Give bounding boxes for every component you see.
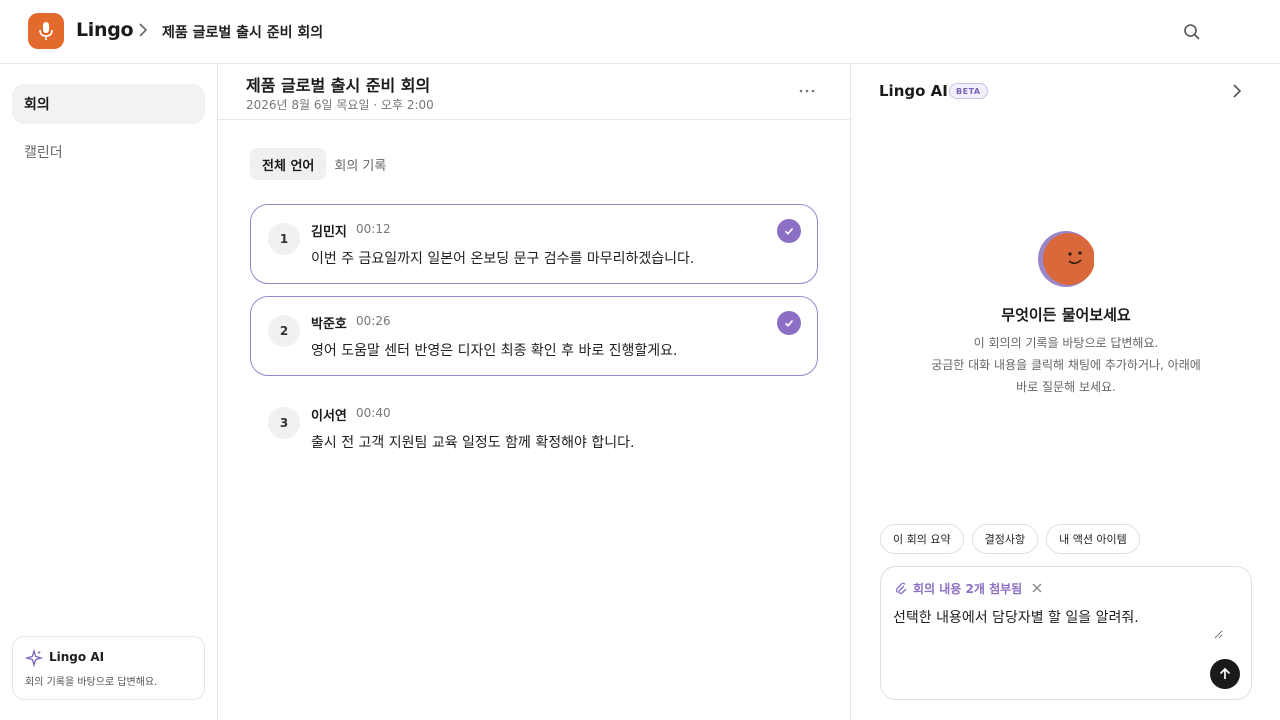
speaker-name: 박준호 [311,317,347,332]
beta-badge: BETA [949,83,988,99]
app-logo[interactable] [28,13,64,49]
brand-name[interactable]: Lingo [76,19,134,41]
sidebar-item-label: 캘린더 [24,145,63,161]
arrow-up-icon [1219,667,1231,679]
send-button[interactable] [1210,659,1240,689]
ai-card-description: 회의 기록을 바탕으로 답변해요. [25,677,158,688]
app-header: Lingo 제품 글로벌 출시 준비 회의 [0,0,1280,64]
tab-meeting-record[interactable]: 회의 기록 [326,148,398,180]
timestamp: 00:40 [356,406,391,420]
empty-state-description: 이 회의의 기록을 바탕으로 답변해요. 궁금한 대화 내용을 클릭해 채팅에 … [916,332,1216,398]
sidebar: 회의 캘린더 Lingo AI 회의 기록을 바탕으로 답변해요. [0,64,218,720]
suggestion-chip-decisions[interactable]: 결정사항 [971,524,1039,554]
timestamp: 00:12 [356,222,391,236]
selected-check-button[interactable] [777,219,801,243]
meeting-header: 제품 글로벌 출시 준비 회의 2026년 8월 6일 목요일 · 오후 2:0… [218,64,850,120]
microphone-icon [39,22,53,40]
sidebar-item-label: 회의 [24,97,50,113]
utterance-text: 출시 전 고객 지원팀 교육 일정도 함께 확정해야 합니다. [311,435,635,451]
sidebar-item-calendar[interactable]: 캘린더 [12,132,205,172]
close-icon[interactable] [1029,580,1045,596]
view-tabs: 전체 언어 회의 기록 [250,148,398,180]
meeting-datetime: 2026년 8월 6일 목요일 · 오후 2:00 [246,98,434,112]
sidebar-item-meetings[interactable]: 회의 [12,84,205,124]
more-options-button[interactable] [796,80,818,102]
lingo-ai-card[interactable]: Lingo AI 회의 기록을 바탕으로 답변해요. [12,636,205,700]
chevron-right-icon[interactable] [1227,81,1247,101]
sparkle-icon [25,649,43,667]
search-icon [1184,24,1200,40]
transcript-item[interactable]: 1 김민지 00:12 이번 주 금요일까지 일본어 온보딩 문구 검수를 마무… [250,204,818,284]
chat-input[interactable]: 선택한 내용에서 담당자별 할 일을 알려줘. [893,607,1223,639]
page-title: 제품 글로벌 출시 준비 회의 [246,76,431,95]
suggestion-chip-action-items[interactable]: 내 액션 아이템 [1046,524,1140,554]
empty-state-title: 무엇이든 물어보세요 [1001,306,1131,324]
item-number: 2 [268,315,300,347]
utterance-text: 영어 도움말 센터 반영은 디자인 최종 확인 후 바로 진행할게요. [311,343,678,359]
selected-check-button[interactable] [777,311,801,335]
empty-state-line: 바로 질문해 보세요. [1016,380,1116,394]
transcript-item[interactable]: 2 박준호 00:26 영어 도움말 센터 반영은 디자인 최종 확인 후 바로… [250,296,818,376]
ai-card-title: Lingo AI [49,650,105,664]
check-icon [784,227,794,235]
ai-panel: Lingo AI BETA 무엇이든 물어보세요 이 회의의 기록을 바탕으로 … [850,64,1280,720]
attachment-indicator: 회의 내용 2개 첨부됨 [895,579,1022,597]
transcript-item[interactable]: 3 이서연 00:40 출시 전 고객 지원팀 교육 일정도 함께 확정해야 합… [250,388,818,468]
suggestion-chip-summary[interactable]: 이 회의 요약 [880,524,964,554]
item-number: 1 [268,223,300,255]
speaker-name: 이서연 [311,409,347,424]
timestamp: 00:26 [356,314,391,328]
empty-state-line: 궁금한 대화 내용을 클릭해 채팅에 추가하거나, 아래에 [931,358,1201,372]
smiling-avatar-icon [1038,231,1094,287]
chat-composer: 회의 내용 2개 첨부됨 선택한 내용에서 담당자별 할 일을 알려줘. [880,566,1252,700]
breadcrumb-current[interactable]: 제품 글로벌 출시 준비 회의 [162,22,323,42]
speaker-name: 김민지 [311,225,347,240]
meeting-main: 제품 글로벌 출시 준비 회의 2026년 8월 6일 목요일 · 오후 2:0… [218,64,850,720]
item-number: 3 [268,407,300,439]
panel-title: Lingo AI [879,82,948,100]
check-icon [784,319,794,327]
empty-state-line: 이 회의의 기록을 바탕으로 답변해요. [973,336,1159,350]
search-button[interactable] [1180,20,1204,44]
more-horizontal-icon [799,89,815,93]
attachment-label: 회의 내용 2개 첨부됨 [913,581,1023,596]
paperclip-icon [895,582,907,595]
tab-all-languages[interactable]: 전체 언어 [250,148,327,180]
suggestion-chips: 이 회의 요약 결정사항 내 액션 아이템 [880,524,1140,554]
utterance-text: 이번 주 금요일까지 일본어 온보딩 문구 검수를 마무리하겠습니다. [311,251,695,267]
chevron-right-icon [139,23,148,37]
